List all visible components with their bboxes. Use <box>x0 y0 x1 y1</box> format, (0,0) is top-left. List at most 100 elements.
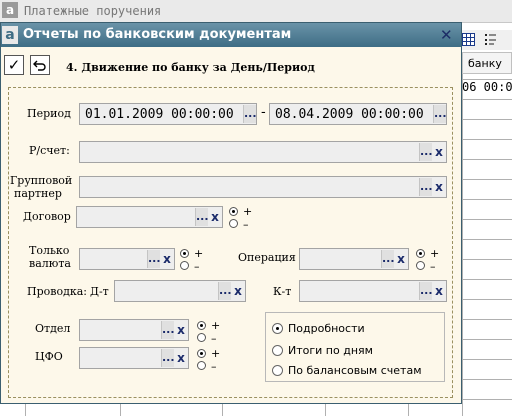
cfo-label: ЦФО <box>35 350 63 363</box>
close-icon[interactable]: ✕ <box>440 26 453 44</box>
plus-label: + <box>194 247 204 260</box>
report-title: 4. Движение по банку за День/Период <box>66 61 315 74</box>
plus-label: + <box>211 319 221 332</box>
group-partner-label-line2: партнер <box>14 187 62 200</box>
contract-clear-button[interactable]: x <box>209 208 221 226</box>
dialog-title: Отчеты по банковским документам <box>23 27 292 42</box>
group-partner-clear-button[interactable]: x <box>433 178 445 196</box>
department-include-exclude: + – <box>197 320 225 350</box>
plus-label: + <box>243 205 253 218</box>
only-currency-label: Только валюта <box>29 244 71 270</box>
currency-select-button[interactable]: ... <box>147 250 161 268</box>
department-field[interactable]: ... x <box>79 319 189 341</box>
credit-account-field[interactable]: ... x <box>299 280 447 302</box>
credit-label: К-т <box>273 285 292 298</box>
currency-clear-button[interactable]: x <box>161 250 173 268</box>
operation-include-radio[interactable] <box>416 249 425 258</box>
period-to-field[interactable]: 08.04.2009 00:00:00 ... <box>269 103 447 125</box>
cfo-include-radio[interactable] <box>197 349 206 358</box>
detail-options-group: Подробности Итоги по дням По балансовым … <box>265 312 445 382</box>
department-include-radio[interactable] <box>197 321 206 330</box>
option-details-radio[interactable] <box>272 323 283 334</box>
period-label: Период <box>27 107 71 120</box>
app-logo-icon: a <box>2 26 18 44</box>
currency-include-radio[interactable] <box>180 249 189 258</box>
department-clear-button[interactable]: x <box>175 321 187 339</box>
period-to-value: 08.04.2009 00:00:00 <box>275 107 424 122</box>
column-header-label: банку <box>468 57 502 70</box>
background-window-title: Платежные поручения <box>24 4 162 18</box>
department-label: Отдел <box>35 322 71 335</box>
posting-label: Проводка: <box>27 285 87 298</box>
department-exclude-radio[interactable] <box>197 333 206 342</box>
background-window-titlebar: a Платежные поручения <box>0 0 512 23</box>
minus-label: – <box>211 332 217 345</box>
account-select-button[interactable]: ... <box>419 143 433 161</box>
account-label: Р/счет: <box>29 144 70 157</box>
currency-include-exclude: + – <box>180 248 208 278</box>
operation-include-exclude: + – <box>416 248 444 278</box>
minus-label: – <box>211 360 217 373</box>
group-partner-field[interactable]: ... x <box>79 176 447 198</box>
contract-select-button[interactable]: ... <box>195 208 209 226</box>
undo-icon <box>33 60 46 71</box>
option-daily-totals-label: Итоги по дням <box>288 344 373 357</box>
operation-clear-button[interactable]: x <box>395 250 407 268</box>
list-icon[interactable] <box>484 33 497 46</box>
option-balance-accounts-label: По балансовым счетам <box>288 364 422 377</box>
minus-label: – <box>194 260 200 273</box>
operation-field[interactable]: ... x <box>299 248 409 270</box>
account-field[interactable]: ... x <box>79 141 447 163</box>
period-from-value: 01.01.2009 00:00:00 <box>85 107 234 122</box>
cfo-field[interactable]: ... x <box>79 347 189 369</box>
currency-exclude-radio[interactable] <box>180 261 189 270</box>
option-balance-accounts-radio[interactable] <box>272 365 283 376</box>
contract-field[interactable]: ... x <box>76 206 223 228</box>
cfo-select-button[interactable]: ... <box>161 349 175 367</box>
operation-select-button[interactable]: ... <box>381 250 395 268</box>
background-toolbar <box>462 30 512 50</box>
table-cell: 06 00:00 <box>462 80 512 94</box>
credit-select-button[interactable]: ... <box>419 282 433 300</box>
minus-label: – <box>430 260 436 273</box>
debit-account-field[interactable]: ... x <box>114 280 246 302</box>
debit-clear-button[interactable]: x <box>232 282 244 300</box>
undo-button[interactable] <box>30 55 50 75</box>
grid-line <box>462 74 463 416</box>
minus-label: – <box>243 218 249 231</box>
department-select-button[interactable]: ... <box>161 321 175 339</box>
group-partner-label-line1: Групповой <box>10 174 73 187</box>
operation-exclude-radio[interactable] <box>416 261 425 270</box>
table-icon[interactable] <box>462 33 475 46</box>
dialog-titlebar: a Отчеты по банковским документам ✕ <box>1 23 461 47</box>
contract-exclude-radio[interactable] <box>229 219 238 228</box>
currency-field[interactable]: ... x <box>79 248 175 270</box>
contract-include-radio[interactable] <box>229 207 238 216</box>
period-from-picker-button[interactable]: ... <box>243 105 257 123</box>
operation-label: Операция <box>238 251 296 264</box>
group-partner-label: Групповой партнер <box>10 174 72 200</box>
only-currency-label-line2: валюта <box>29 257 71 270</box>
credit-clear-button[interactable]: x <box>433 282 445 300</box>
period-to-picker-button[interactable]: ... <box>433 105 447 123</box>
contract-include-exclude: + – <box>229 206 257 236</box>
contract-label: Договор <box>23 210 71 223</box>
period-from-field[interactable]: 01.01.2009 00:00:00 ... <box>79 103 257 125</box>
group-partner-select-button[interactable]: ... <box>419 178 433 196</box>
period-separator: - <box>261 105 266 120</box>
cfo-exclude-radio[interactable] <box>197 361 206 370</box>
option-details-label: Подробности <box>288 322 365 335</box>
debit-select-button[interactable]: ... <box>218 282 232 300</box>
column-header[interactable]: банку <box>462 52 512 74</box>
debit-label: Д-т <box>90 285 109 298</box>
plus-label: + <box>211 347 221 360</box>
check-icon: ✓ <box>7 56 21 74</box>
app-logo-icon: a <box>2 2 18 18</box>
only-currency-label-line1: Только <box>29 244 70 257</box>
option-daily-totals-radio[interactable] <box>272 345 283 356</box>
ok-button[interactable]: ✓ <box>4 55 24 75</box>
cfo-clear-button[interactable]: x <box>175 349 187 367</box>
account-clear-button[interactable]: x <box>433 143 445 161</box>
plus-label: + <box>430 247 440 260</box>
cfo-include-exclude: + – <box>197 348 225 378</box>
